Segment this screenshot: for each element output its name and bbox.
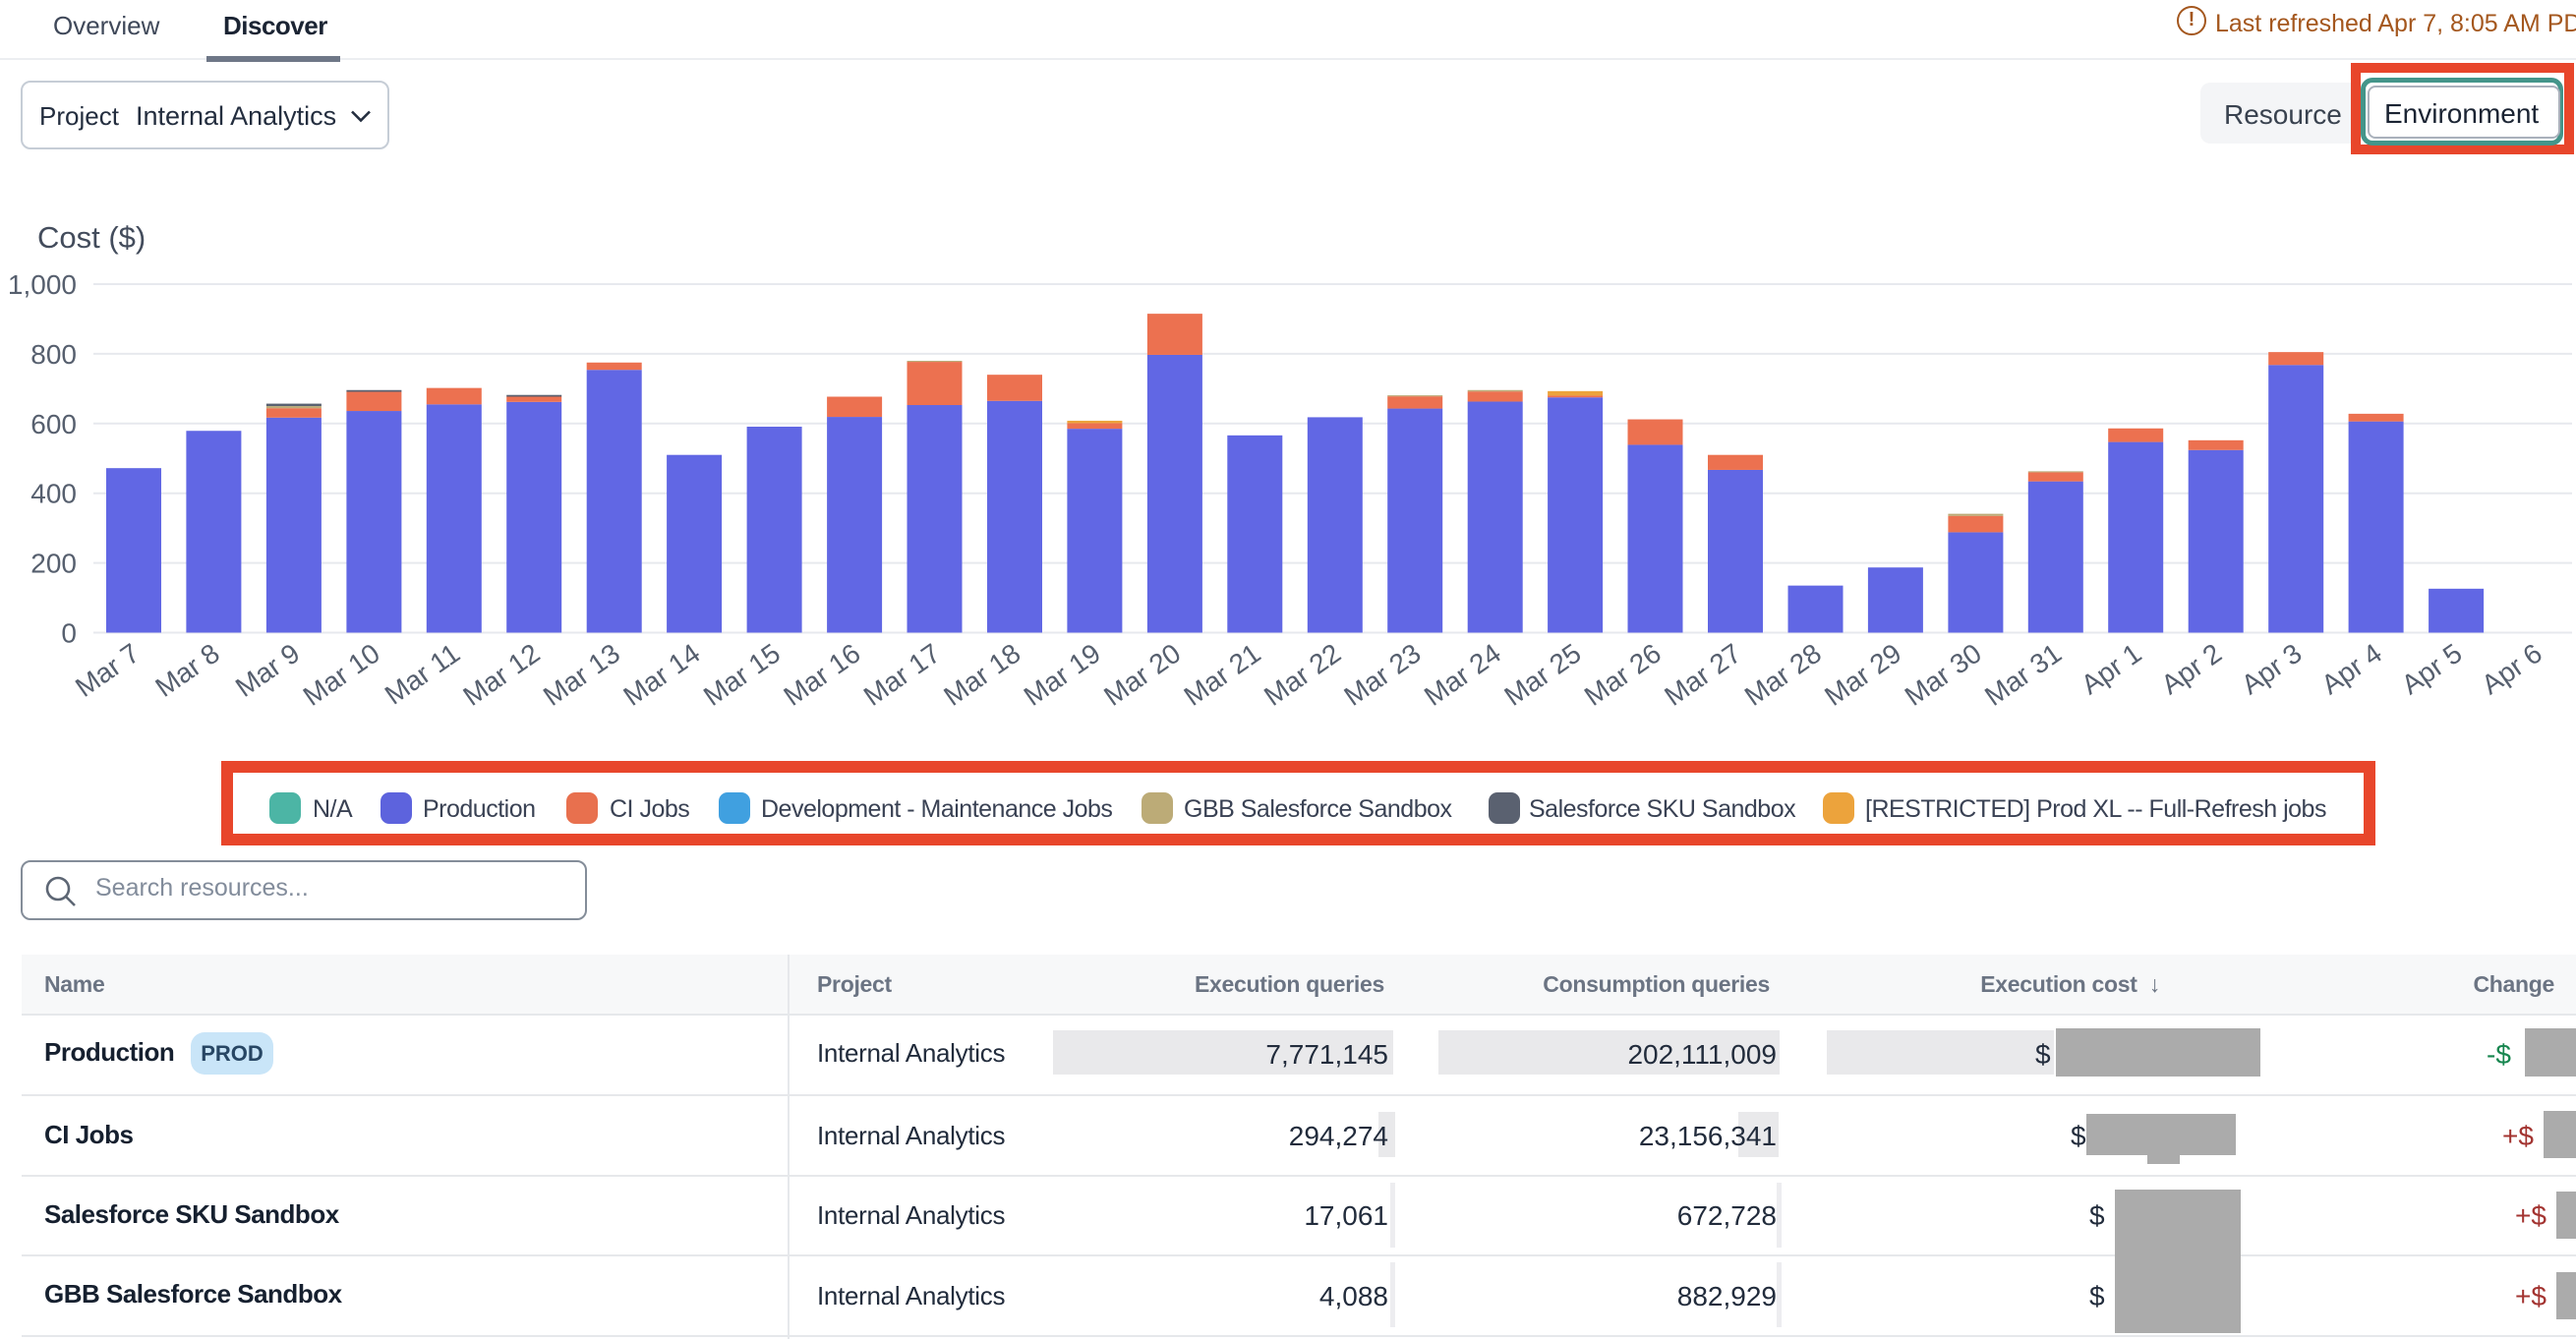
svg-text:Mar 19: Mar 19 xyxy=(1019,638,1106,712)
svg-text:Mar 24: Mar 24 xyxy=(1419,638,1506,712)
svg-text:600: 600 xyxy=(30,409,77,439)
svg-text:200: 200 xyxy=(30,549,77,579)
svg-text:Mar 31: Mar 31 xyxy=(1979,638,2067,712)
svg-text:Mar 30: Mar 30 xyxy=(1900,638,1987,712)
svg-text:Mar 25: Mar 25 xyxy=(1498,638,1586,712)
svg-text:Mar 26: Mar 26 xyxy=(1579,638,1667,712)
svg-text:Apr 6: Apr 6 xyxy=(2476,638,2547,701)
svg-text:Mar 29: Mar 29 xyxy=(1819,638,1906,712)
svg-text:Mar 23: Mar 23 xyxy=(1338,638,1426,712)
svg-text:1,000: 1,000 xyxy=(8,269,77,300)
svg-text:Mar 27: Mar 27 xyxy=(1659,638,1746,712)
svg-text:Apr 1: Apr 1 xyxy=(2076,638,2147,701)
svg-text:Mar 10: Mar 10 xyxy=(298,638,385,712)
svg-text:Apr 3: Apr 3 xyxy=(2236,638,2308,701)
svg-text:Mar 9: Mar 9 xyxy=(230,638,305,703)
svg-text:Mar 11: Mar 11 xyxy=(380,638,465,711)
svg-text:Mar 20: Mar 20 xyxy=(1098,638,1186,712)
svg-text:Mar 14: Mar 14 xyxy=(617,638,705,712)
svg-text:Mar 17: Mar 17 xyxy=(858,638,946,712)
svg-text:Mar 16: Mar 16 xyxy=(778,638,865,712)
svg-text:Mar 18: Mar 18 xyxy=(938,638,1025,712)
svg-text:800: 800 xyxy=(30,339,77,370)
svg-text:Apr 4: Apr 4 xyxy=(2315,638,2387,701)
svg-text:Mar 8: Mar 8 xyxy=(149,638,224,703)
svg-text:400: 400 xyxy=(30,479,77,509)
svg-text:Mar 13: Mar 13 xyxy=(538,638,625,712)
svg-text:Mar 22: Mar 22 xyxy=(1259,638,1346,712)
svg-text:Mar 12: Mar 12 xyxy=(457,638,545,712)
svg-text:Apr 2: Apr 2 xyxy=(2156,638,2228,701)
svg-text:Mar 28: Mar 28 xyxy=(1739,638,1827,712)
svg-text:Apr 5: Apr 5 xyxy=(2396,638,2468,701)
svg-text:Mar 15: Mar 15 xyxy=(698,638,786,712)
svg-text:0: 0 xyxy=(61,618,77,649)
svg-text:Mar 7: Mar 7 xyxy=(70,638,145,703)
svg-text:Mar 21: Mar 21 xyxy=(1179,638,1266,712)
